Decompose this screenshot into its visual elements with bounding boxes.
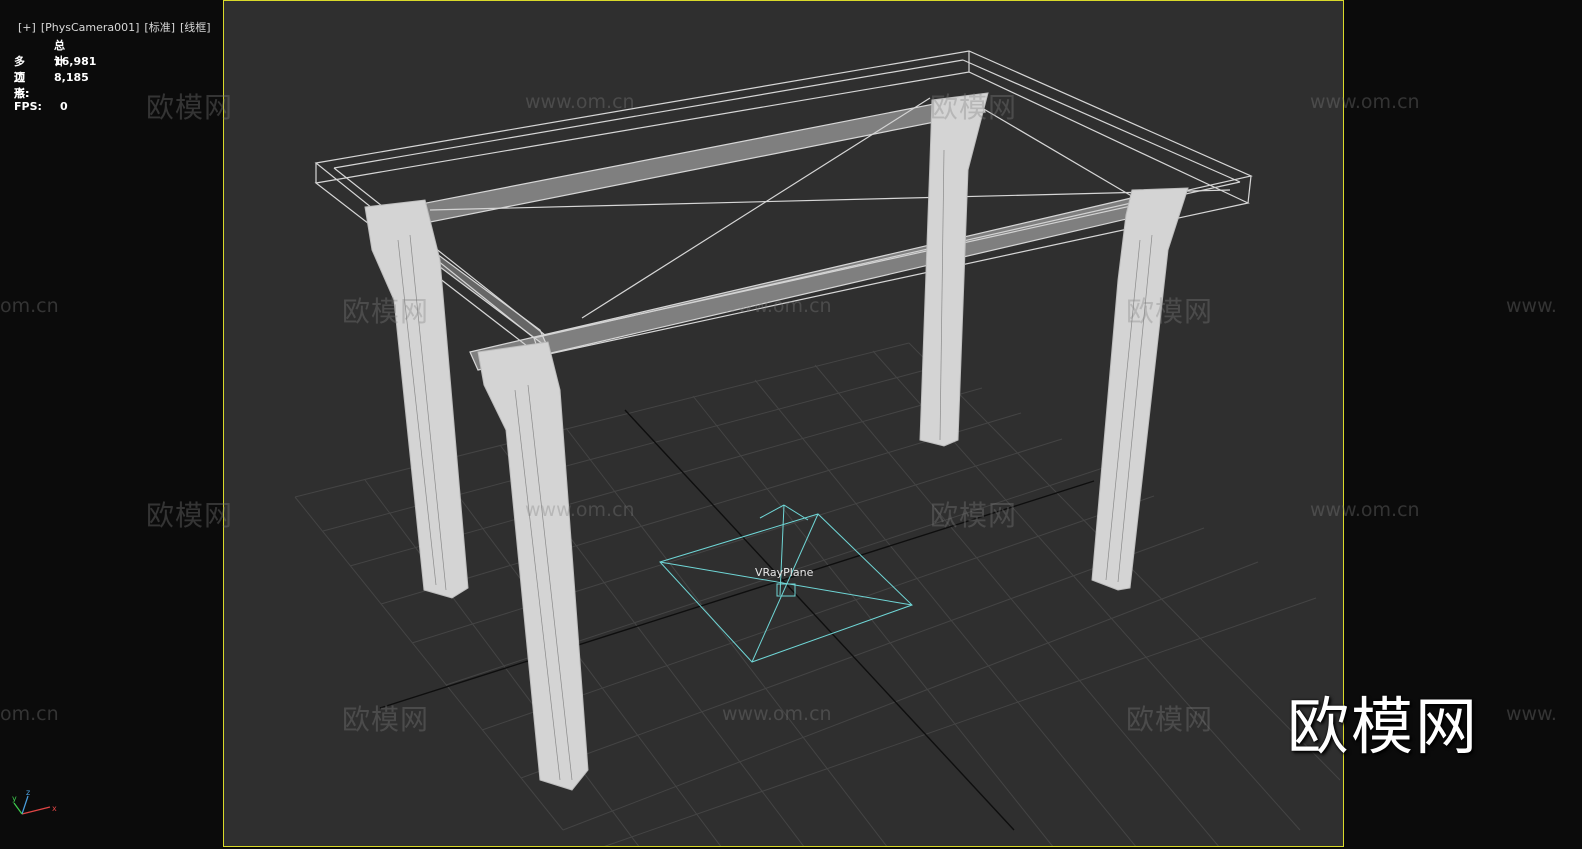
vray-plane-gizmo <box>659 504 913 663</box>
axis-z-label: z <box>26 788 30 797</box>
axis-x-label: x <box>52 804 57 813</box>
max-viewport-area: [+] [PhysCamera001] [标准] [线框] 总计 多边形: 16,981… <box>0 0 1582 849</box>
axis-y-label: y <box>12 794 17 803</box>
grid-axis-lines <box>379 409 1095 831</box>
vray-plane-label[interactable]: VRayPlane <box>755 566 813 579</box>
table-wireframe <box>314 50 1253 371</box>
site-logo: 欧模网 <box>1287 690 1480 763</box>
axis-tripod-icon: x y z <box>12 788 57 815</box>
